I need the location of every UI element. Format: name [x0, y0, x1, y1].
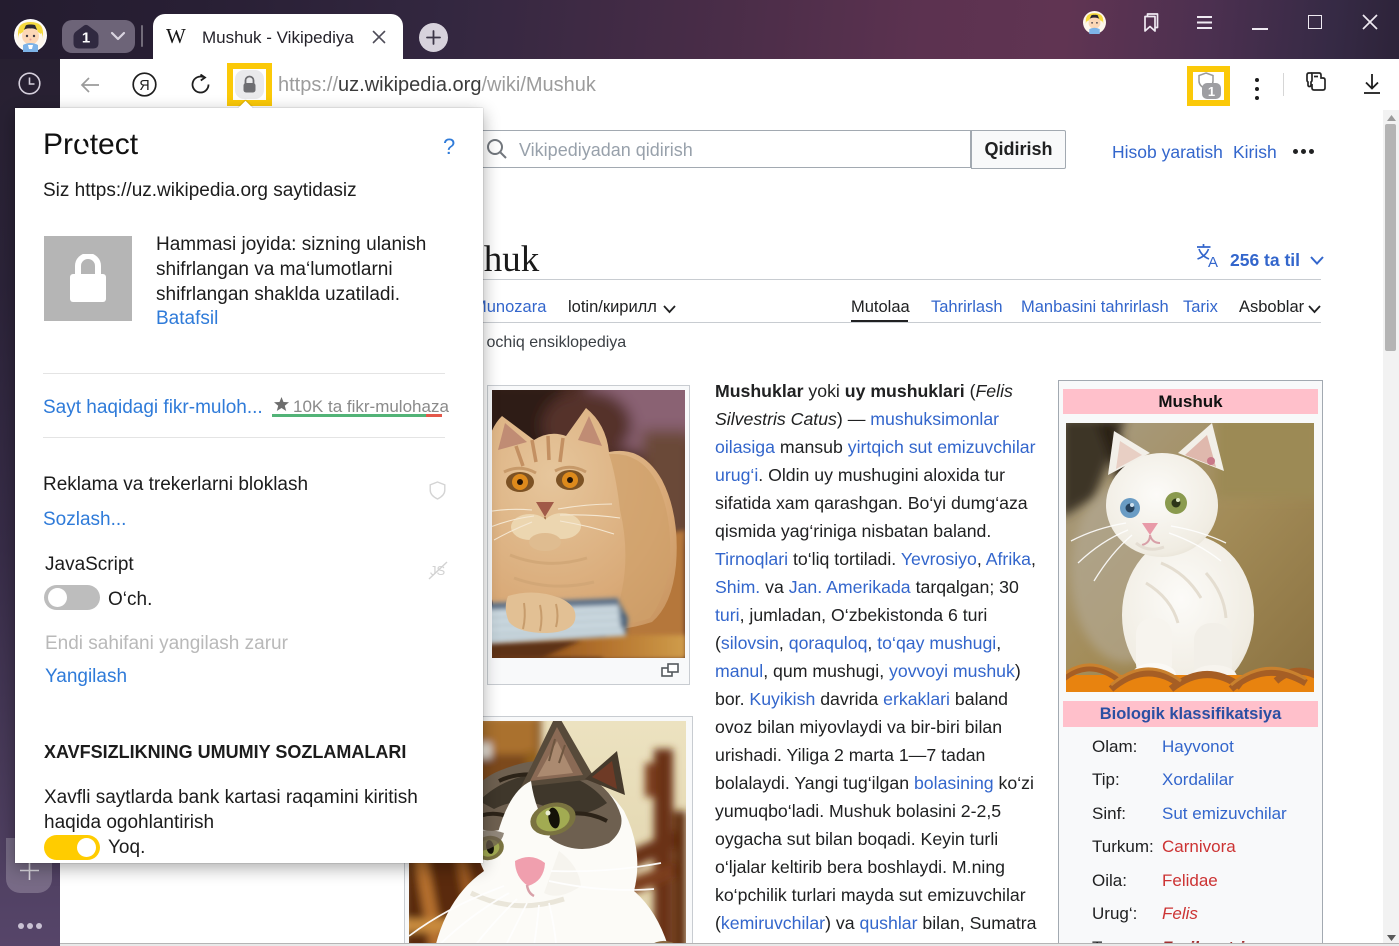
svg-text:1: 1 — [82, 30, 90, 47]
svg-text:1: 1 — [1208, 84, 1215, 99]
svg-text:Я: Я — [139, 78, 149, 94]
svg-text:A: A — [1208, 254, 1218, 268]
